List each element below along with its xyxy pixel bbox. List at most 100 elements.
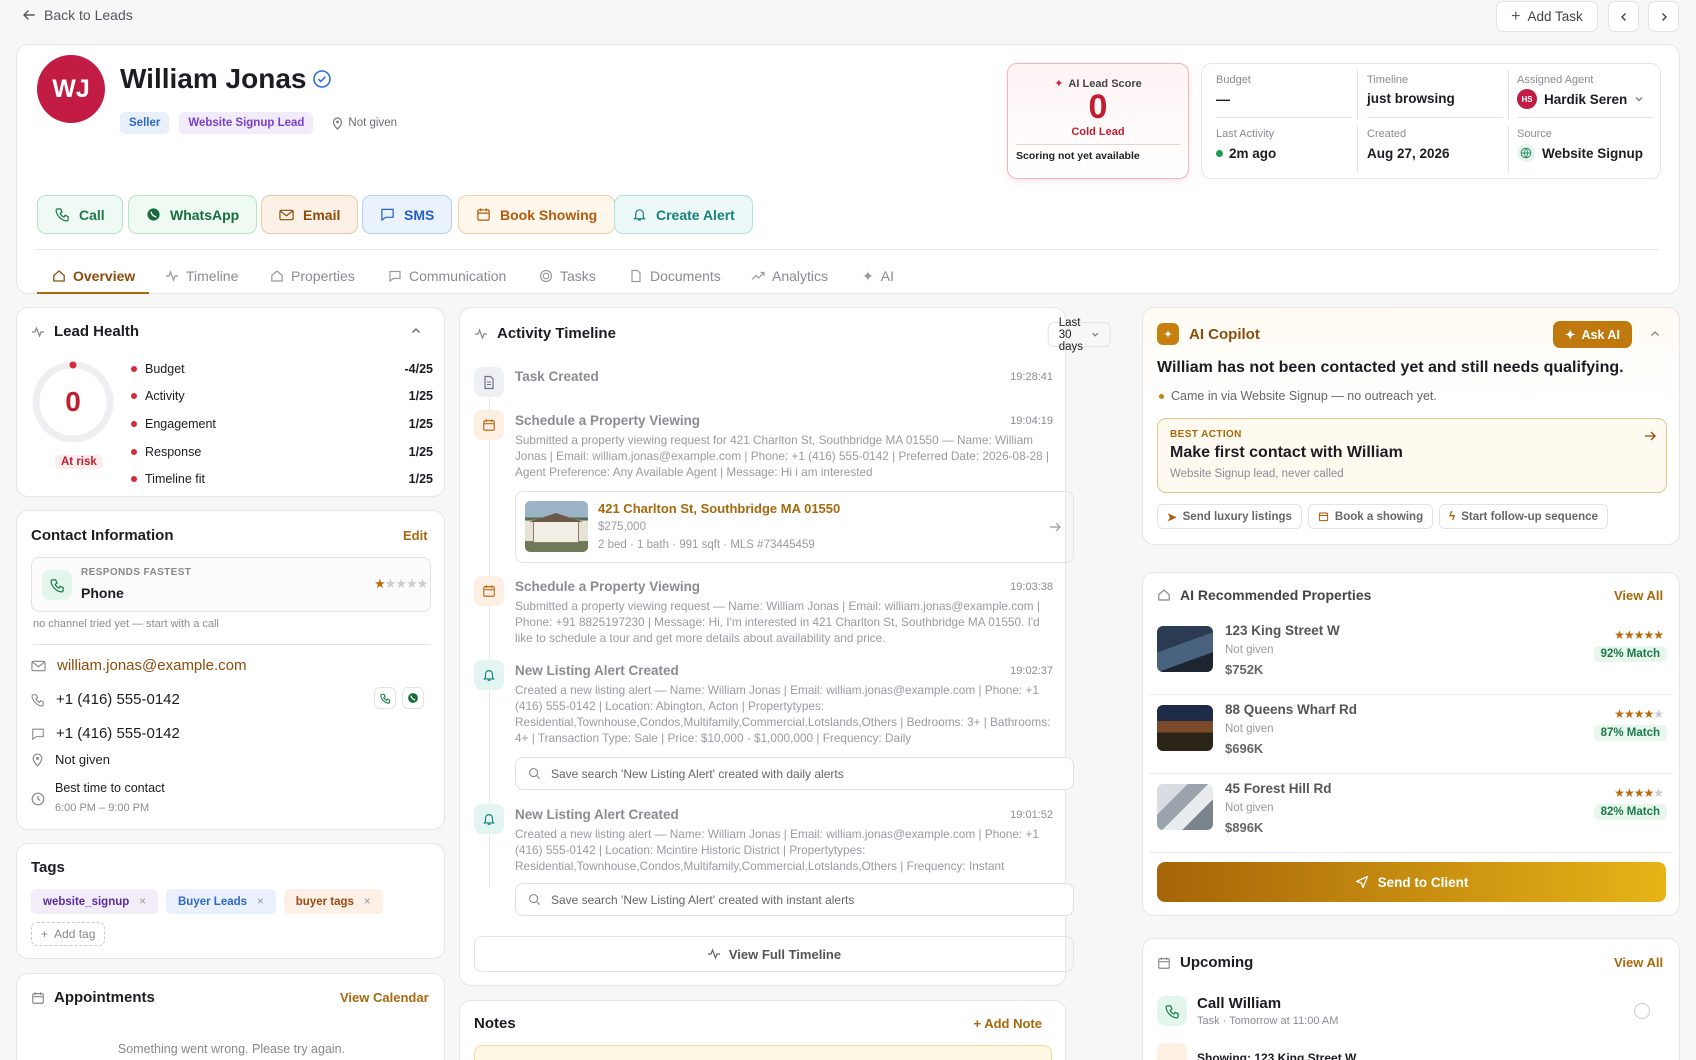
- property-photo: [1157, 705, 1213, 751]
- back-to-leads-link[interactable]: Back to Leads: [22, 7, 133, 23]
- sparkle-icon: ✦: [1054, 78, 1064, 90]
- contact-location: Not given: [55, 752, 110, 767]
- status-dot: [131, 476, 137, 483]
- plus-icon: +: [41, 927, 49, 941]
- health-row: Budget -4/25: [131, 355, 433, 383]
- contact-location-row: Not given: [31, 752, 110, 767]
- property-photo: [1157, 784, 1213, 830]
- call-button[interactable]: Call: [37, 195, 123, 234]
- timeline-item-body: Created a new listing alert — Name: Will…: [515, 683, 1051, 745]
- remove-tag-icon[interactable]: ×: [139, 896, 146, 908]
- calendar-icon: [1318, 511, 1329, 522]
- property-address: 88 Queens Wharf Rd: [1225, 702, 1358, 717]
- timeline-item-time: 19:02:37: [1010, 665, 1053, 677]
- property-address[interactable]: 421 Charlton St, Southbridge MA 01550: [598, 501, 840, 516]
- tab-analytics[interactable]: Analytics: [751, 260, 828, 292]
- saved-search-row[interactable]: Save search 'New Listing Alert' created …: [515, 757, 1074, 790]
- whatsapp-phone-button[interactable]: [402, 687, 424, 709]
- lead-health-title: Lead Health: [54, 323, 140, 340]
- tab-ai[interactable]: ✦ AI: [862, 260, 894, 292]
- ask-ai-label: Ask AI: [1581, 327, 1620, 342]
- tab-documents[interactable]: Documents: [629, 260, 721, 292]
- start-follow-up-chip[interactable]: ϟ Start follow-up sequence: [1439, 504, 1608, 529]
- contact-email[interactable]: william.jonas@example.com: [57, 657, 246, 674]
- chevron-up-icon[interactable]: [1649, 328, 1661, 340]
- edit-contact-link[interactable]: Edit: [403, 528, 428, 543]
- plus-icon: +: [1511, 7, 1521, 25]
- calendar-icon: [476, 207, 491, 222]
- recommended-property-item[interactable]: 88 Queens Wharf Rd Not given $696K ★★★★★ 87%…: [1149, 695, 1673, 774]
- health-score: 0: [65, 386, 81, 417]
- tab-properties[interactable]: Properties: [270, 260, 355, 292]
- agent-key: Assigned Agent: [1517, 74, 1594, 86]
- health-row-value: 1/25: [408, 389, 433, 404]
- saved-search-row[interactable]: Save search 'New Listing Alert' created …: [515, 883, 1074, 916]
- created-key: Created: [1367, 128, 1407, 140]
- tab-timeline-label: Timeline: [186, 268, 239, 284]
- globe-icon: [1517, 144, 1535, 162]
- verified-icon: [312, 69, 332, 89]
- message-icon: [380, 207, 395, 222]
- timeline-item-title: Task Created: [515, 369, 599, 384]
- tab-overview[interactable]: Overview: [37, 260, 149, 294]
- complete-task-checkbox[interactable]: [1634, 1003, 1650, 1019]
- tab-documents-label: Documents: [650, 268, 721, 284]
- document-icon: [629, 269, 643, 283]
- back-label: Back to Leads: [44, 7, 133, 23]
- appointments-title: Appointments: [54, 989, 155, 1006]
- health-row-label: Activity: [145, 389, 185, 404]
- add-note-button[interactable]: + Add Note: [974, 1016, 1043, 1031]
- agent-select[interactable]: HS Hardik Seren: [1517, 89, 1653, 109]
- best-action-title: Make first contact with William: [1170, 444, 1403, 461]
- tag-chip: buyer tags ×: [283, 889, 383, 914]
- add-tag-button[interactable]: + Add tag: [31, 922, 106, 946]
- budget-value: —: [1216, 91, 1230, 107]
- timeline-item-time: 19:01:52: [1010, 809, 1053, 821]
- tab-analytics-label: Analytics: [772, 268, 829, 284]
- ask-ai-button[interactable]: ✦ Ask AI: [1553, 321, 1632, 348]
- remove-tag-icon[interactable]: ×: [257, 896, 264, 908]
- view-full-timeline-button[interactable]: View Full Timeline: [474, 936, 1074, 972]
- send-to-client-button[interactable]: Send to Client: [1157, 862, 1666, 902]
- create-alert-button[interactable]: Create Alert: [614, 195, 753, 234]
- property-card[interactable]: 421 Charlton St, Southbridge MA 01550 $2…: [515, 491, 1074, 563]
- upcoming-item-title[interactable]: Call William: [1197, 995, 1281, 1012]
- view-calendar-link[interactable]: View Calendar: [340, 990, 429, 1005]
- contact-phone: +1 (416) 555-0142: [56, 691, 180, 708]
- agent-field: Assigned Agent HS Hardik Seren: [1517, 74, 1653, 118]
- call-phone-button[interactable]: [374, 687, 396, 709]
- house-icon: [270, 269, 284, 283]
- recommended-property-item[interactable]: 123 King Street W Not given $752K ★★★★★ 92% …: [1149, 616, 1673, 695]
- view-all-properties-link[interactable]: View All: [1614, 588, 1663, 603]
- responds-fastest-box: RESPONDS FASTEST Phone ★★★★★: [31, 557, 431, 612]
- remove-tag-icon[interactable]: ×: [364, 896, 371, 908]
- book-showing-button[interactable]: Book Showing: [458, 195, 616, 234]
- lead-badges: Seller Website Signup Lead Not given: [120, 112, 406, 134]
- book-a-showing-chip[interactable]: Book a showing: [1307, 504, 1434, 529]
- whatsapp-button[interactable]: WhatsApp: [128, 195, 258, 234]
- created-field: Created Aug 27, 2026: [1367, 128, 1503, 161]
- email-row[interactable]: william.jonas@example.com: [31, 657, 246, 674]
- previous-lead-button[interactable]: [1608, 1, 1639, 32]
- next-lead-button[interactable]: [1648, 1, 1679, 32]
- view-all-upcoming-link[interactable]: View All: [1614, 955, 1663, 970]
- recommended-property-item[interactable]: 45 Forest Hill Rd Not given $896K ★★★★★ 82% …: [1149, 774, 1673, 853]
- send-luxury-listings-chip[interactable]: ➤ Send luxury listings: [1157, 504, 1302, 529]
- chevron-up-icon[interactable]: [410, 325, 422, 337]
- phone-icon: [31, 693, 45, 707]
- bell-icon: [474, 660, 504, 690]
- search-icon: [528, 893, 541, 906]
- tab-tasks[interactable]: Tasks: [539, 260, 596, 292]
- best-action-card[interactable]: BEST ACTION Make first contact with Will…: [1157, 418, 1667, 493]
- add-task-button[interactable]: + Add Task: [1496, 1, 1598, 32]
- tab-timeline[interactable]: Timeline: [165, 260, 238, 292]
- health-status-badge: At risk: [55, 455, 103, 469]
- upcoming-item-title[interactable]: Showing: 123 King Street W: [1197, 1051, 1356, 1060]
- recommended-list: 123 King Street W Not given $752K ★★★★★ 92% …: [1143, 616, 1679, 853]
- sms-button[interactable]: SMS: [362, 195, 453, 234]
- email-button[interactable]: Email: [261, 195, 359, 234]
- date-range-select[interactable]: Last 30 days: [1047, 317, 1111, 353]
- activity-title: Activity Timeline: [497, 325, 616, 342]
- tab-ai-label: AI: [880, 268, 894, 284]
- tab-communication[interactable]: Communication: [388, 260, 506, 292]
